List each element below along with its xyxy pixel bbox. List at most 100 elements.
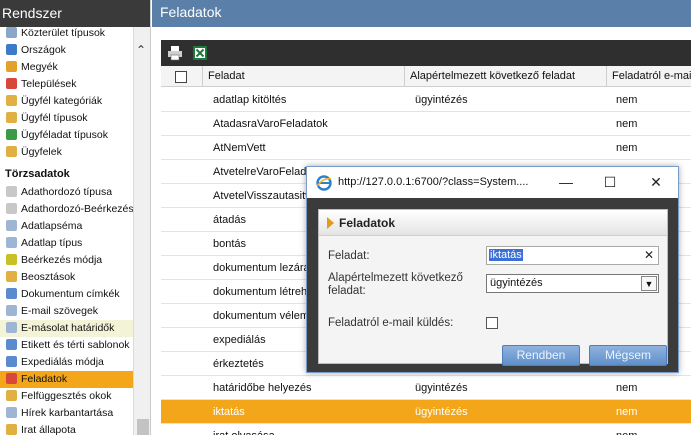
sidebar-item[interactable]: Irat állapota: [0, 422, 133, 435]
sidebar-scrollbar[interactable]: ⌃: [133, 27, 150, 435]
sidebar-item-label: Ügyfél kategóriák: [21, 95, 103, 107]
page-title: Feladatok: [152, 0, 691, 27]
sidebar-item[interactable]: Ügyfél kategóriák: [0, 93, 133, 110]
table-row[interactable]: AtNemVett nem: [161, 136, 691, 160]
cell-feladat: határidőbe helyezés: [213, 382, 312, 394]
browser-icon: [316, 175, 332, 191]
sidebar-item[interactable]: Települések: [0, 76, 133, 93]
sidebar-item[interactable]: Adathordozó-Beérkezés: [0, 201, 133, 218]
table-row[interactable]: iktatás ügyintézés nem: [161, 400, 691, 424]
sidebar-item[interactable]: Beérkezés módja: [0, 252, 133, 269]
form-icon: [6, 237, 17, 248]
sidebar-item[interactable]: Etikett és térti sablonok: [0, 337, 133, 354]
label-icon: [6, 339, 17, 350]
kovetkezo-label-line1: Alapértelmezett következő: [328, 272, 463, 284]
column-header-feladat[interactable]: Feladat: [202, 66, 414, 87]
dialog-title-text: Feladatok: [339, 216, 396, 230]
grid-toolbar: [161, 40, 691, 66]
globe-icon: [6, 44, 17, 55]
select-all-checkbox[interactable]: [175, 71, 187, 83]
disc-icon: [6, 203, 17, 214]
cell-feladat: AtNemVett: [213, 142, 266, 154]
email-checkbox[interactable]: [486, 317, 498, 329]
minimize-button[interactable]: —: [555, 171, 577, 193]
scrollbar-thumb[interactable]: [137, 419, 149, 435]
cell-feladat: adatlap kitöltés: [213, 94, 287, 106]
sidebar-item-label: Ügyféladat típusok: [21, 129, 108, 141]
kovetkezo-label: Alapértelmezett következő feladat:: [328, 272, 463, 298]
sidebar-item[interactable]: Beosztások: [0, 269, 133, 286]
sidebar-item-label: Ügyfelek: [21, 146, 62, 158]
maximize-button[interactable]: ☐: [599, 171, 621, 193]
sidebar-item-label: Felfüggesztés okok: [21, 390, 112, 402]
sidebar-item[interactable]: Ügyféladat típusok: [0, 127, 133, 144]
sidebar-item[interactable]: Feladatok: [0, 371, 133, 388]
sidebar-item-label: Adathordozó típusa: [21, 186, 113, 198]
sidebar-item[interactable]: E-mail szövegek: [0, 303, 133, 320]
close-window-button[interactable]: ✕: [645, 171, 667, 193]
sidebar-item[interactable]: Felfüggesztés okok: [0, 388, 133, 405]
mail-icon: [6, 305, 17, 316]
sidebar-item[interactable]: Megyék: [0, 59, 133, 76]
cell-feladat: iktatás: [213, 406, 245, 418]
sidebar-item[interactable]: Ügyfél típusok: [0, 110, 133, 127]
feladat-input[interactable]: iktatás ✕: [486, 246, 659, 265]
sidebar-item[interactable]: Dokumentum címkék: [0, 286, 133, 303]
sidebar-item-label: Adathordozó-Beérkezés: [21, 203, 133, 215]
sidebar-item-label: Települések: [21, 78, 77, 90]
table-row[interactable]: irat olvasása nem: [161, 424, 691, 435]
sidebar-item[interactable]: Országok: [0, 42, 133, 59]
cancel-button[interactable]: Mégsem: [589, 345, 667, 366]
sidebar-item[interactable]: Expediálás módja: [0, 354, 133, 371]
sidebar-item-label: Beosztások: [21, 271, 76, 283]
popup-url: http://127.0.0.1:6700/?class=System....: [338, 176, 529, 188]
cell-email: nem: [616, 406, 638, 418]
sidebar-item-label: Ügyfél típusok: [21, 112, 88, 124]
kovetkezo-select[interactable]: ügyintézés ▼: [486, 274, 659, 293]
sidebar-item[interactable]: E-másolat határidők: [0, 320, 133, 337]
ok-button[interactable]: Rendben: [502, 345, 580, 366]
sidebar-item[interactable]: Adatlapséma: [0, 218, 133, 235]
column-header-kovetkezo[interactable]: Alapértelmezett következő feladat: [404, 66, 606, 87]
cell-feladat: AtadasraVaroFeladatok: [213, 118, 328, 130]
scroll-up-icon[interactable]: ⌃: [136, 43, 146, 57]
bookmark-icon: [6, 129, 17, 140]
sidebar-item[interactable]: Adathordozó típusa: [0, 184, 133, 201]
table-row[interactable]: határidőbe helyezés ügyintézés nem: [161, 376, 691, 400]
column-header-email[interactable]: Feladatról e-mail küldés: [606, 66, 691, 87]
print-icon[interactable]: [167, 45, 183, 61]
form-icon: [6, 220, 17, 231]
popup-body: Feladatok Feladat: iktatás ✕ Alapértelme…: [307, 198, 678, 372]
table-row[interactable]: AtadasraVaroFeladatok nem: [161, 112, 691, 136]
arrows-icon: [6, 254, 17, 265]
sidebar-item-label: Közterület típusok: [21, 27, 106, 39]
label-icon: [6, 288, 17, 299]
sidebar: Rendszer Közterület típusok Országok Megyé…: [0, 0, 151, 435]
users-icon: [6, 112, 17, 123]
excel-export-icon[interactable]: [192, 45, 208, 61]
table-row[interactable]: adatlap kitöltés ügyintézés nem: [161, 88, 691, 112]
stop-icon: [6, 78, 17, 89]
document-icon: [6, 424, 17, 435]
feladat-label: Feladat:: [328, 250, 370, 262]
sidebar-item[interactable]: Közterület típusok: [0, 27, 133, 42]
edit-dialog: Feladatok Feladat: iktatás ✕ Alapértelme…: [318, 209, 668, 366]
sidebar-item-label: Hírek karbantartása: [21, 407, 114, 419]
cell-kovetkezo: ügyintézés: [415, 94, 468, 106]
sidebar-item-label: Dokumentum címkék: [21, 288, 120, 300]
dialog-title: Feladatok: [319, 210, 667, 236]
chevron-down-icon[interactable]: ▼: [641, 276, 657, 291]
sidebar-item-label: Expediálás módja: [21, 356, 104, 368]
users-icon: [6, 95, 17, 106]
clear-icon[interactable]: ✕: [644, 247, 654, 264]
sidebar-item-label: Beérkezés módja: [21, 254, 103, 266]
mail-icon: [6, 322, 17, 333]
sidebar-item[interactable]: Hírek karbantartása: [0, 405, 133, 422]
sidebar-item-label: Irat állapota: [21, 424, 76, 435]
sidebar-item[interactable]: Adatlap típus: [0, 235, 133, 252]
sidebar-item[interactable]: Ügyfelek: [0, 144, 133, 161]
cell-email: nem: [616, 382, 638, 394]
sidebar-title: Rendszer: [0, 0, 150, 27]
kovetkezo-label-line2: feladat:: [328, 285, 366, 297]
popup-titlebar[interactable]: http://127.0.0.1:6700/?class=System.... …: [307, 167, 678, 198]
